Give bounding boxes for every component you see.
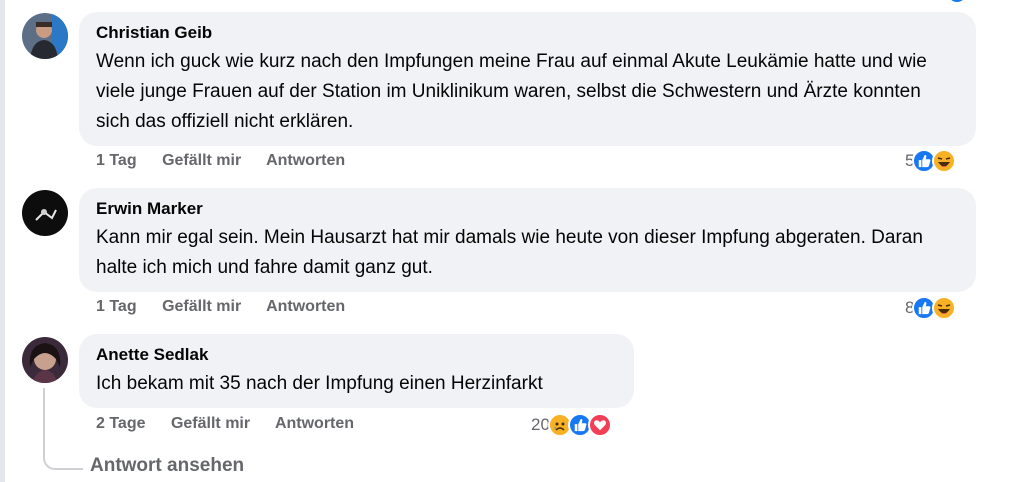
comment-actions: 1 Tag Gefällt mir Antworten: [96, 298, 366, 316]
reaction-icon-partial: [948, 0, 966, 2]
comment-text: Ich bekam mit 35 nach der Impfung einen …: [96, 373, 543, 394]
reaction-summary[interactable]: 20: [531, 413, 612, 437]
like-button[interactable]: Gefällt mir: [162, 152, 241, 169]
comment-author[interactable]: Erwin Marker: [96, 198, 958, 220]
reply-button[interactable]: Antworten: [275, 415, 354, 432]
reaction-summary[interactable]: 5: [905, 149, 957, 173]
reply-button[interactable]: Antworten: [266, 152, 345, 169]
comment-actions: 2 Tage Gefällt mir Antworten: [96, 415, 375, 433]
love-icon: [587, 413, 612, 437]
comment-bubble: Erwin Marker Kann mir egal sein. Mein Ha…: [79, 188, 976, 292]
like-button[interactable]: Gefällt mir: [162, 298, 241, 315]
comment-time[interactable]: 2 Tage: [96, 415, 146, 432]
comment-time[interactable]: 1 Tag: [96, 298, 137, 315]
comment-author[interactable]: Christian Geib: [96, 22, 958, 44]
reply-thread-line: [43, 388, 83, 470]
view-replies-link[interactable]: Antwort ansehen: [90, 455, 244, 477]
reply-button[interactable]: Antworten: [266, 298, 345, 315]
haha-icon: [932, 149, 957, 173]
comment-bubble: Christian Geib Wenn ich guck wie kurz na…: [79, 12, 976, 146]
comment-text: Wenn ich guck wie kurz nach den Impfunge…: [96, 51, 927, 132]
comment-actions: 1 Tag Gefällt mir Antworten: [96, 152, 366, 170]
avatar[interactable]: [22, 190, 68, 236]
thread-border: [0, 0, 5, 482]
avatar[interactable]: [22, 337, 68, 383]
haha-icon: [932, 296, 957, 320]
comment-text: Kann mir egal sein. Mein Hausarzt hat mi…: [96, 227, 923, 278]
reaction-summary[interactable]: 8: [905, 296, 957, 320]
comment-time[interactable]: 1 Tag: [96, 152, 137, 169]
comment-bubble: Anette Sedlak Ich bekam mit 35 nach der …: [79, 334, 634, 408]
avatar[interactable]: [22, 13, 68, 59]
like-button[interactable]: Gefällt mir: [171, 415, 250, 432]
comment-author[interactable]: Anette Sedlak: [96, 344, 616, 366]
